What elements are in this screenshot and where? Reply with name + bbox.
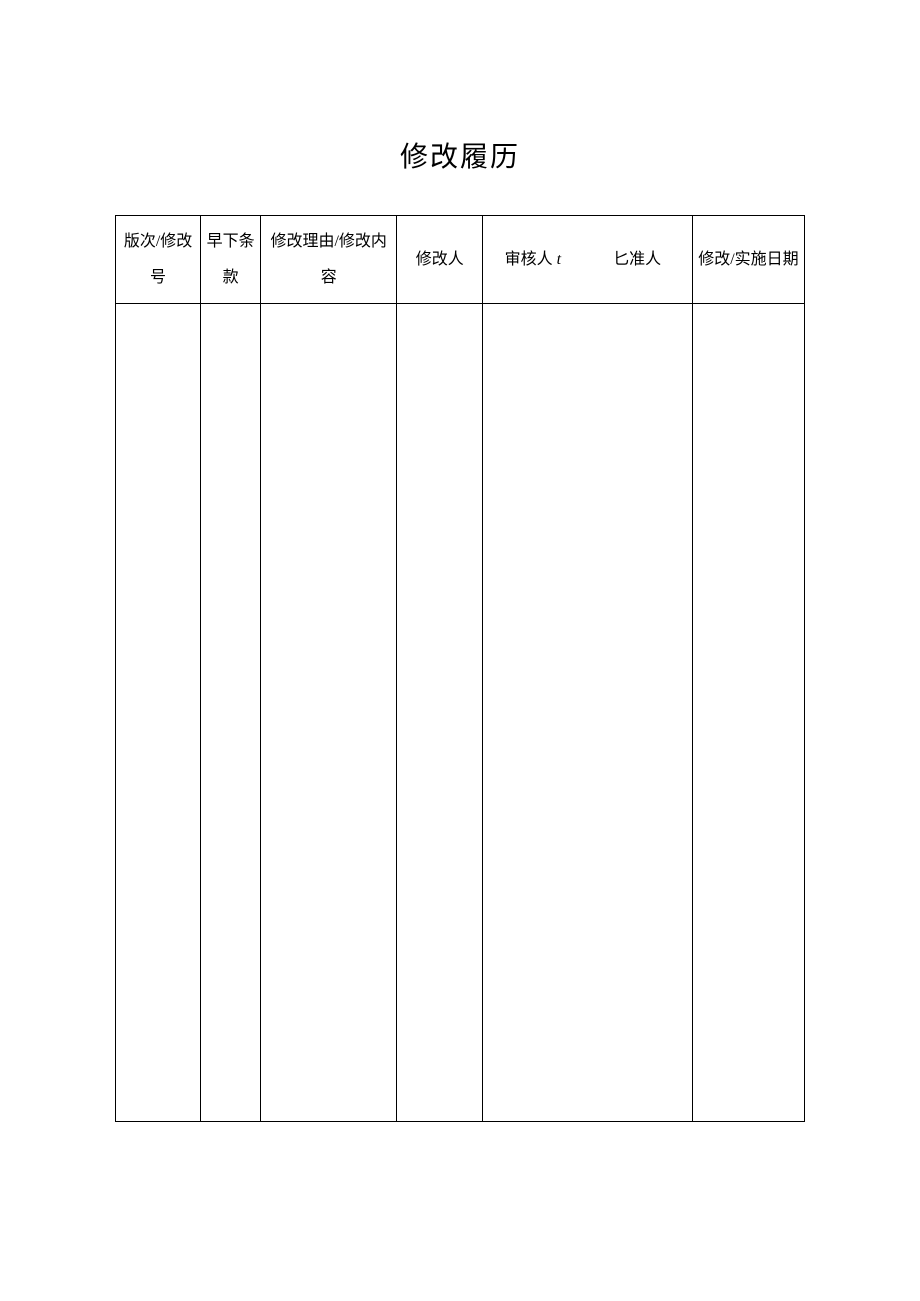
header-reviewer: 审核人 t [483, 216, 583, 304]
cell-modifier [397, 304, 483, 1122]
revision-history-table: 版次/修改号 早下条款 修改理由/修改内容 修改人 审核人 t 匕准人 修改/实… [115, 215, 805, 1122]
header-date: 修改/实施日期 [692, 216, 804, 304]
header-clause: 早下条款 [201, 216, 261, 304]
cell-clause [201, 304, 261, 1122]
cell-date [692, 304, 804, 1122]
cell-approver [582, 304, 692, 1122]
page-title: 修改履历 [0, 0, 920, 215]
header-reason: 修改理由/修改内容 [261, 216, 397, 304]
header-version: 版次/修改号 [116, 216, 201, 304]
revision-history-table-container: 版次/修改号 早下条款 修改理由/修改内容 修改人 审核人 t 匕准人 修改/实… [115, 215, 805, 1122]
table-row [116, 304, 805, 1122]
header-approver: 匕准人 [582, 216, 692, 304]
cell-version [116, 304, 201, 1122]
cell-reason [261, 304, 397, 1122]
table-header-row: 版次/修改号 早下条款 修改理由/修改内容 修改人 审核人 t 匕准人 修改/实… [116, 216, 805, 304]
header-modifier: 修改人 [397, 216, 483, 304]
cell-reviewer [483, 304, 583, 1122]
